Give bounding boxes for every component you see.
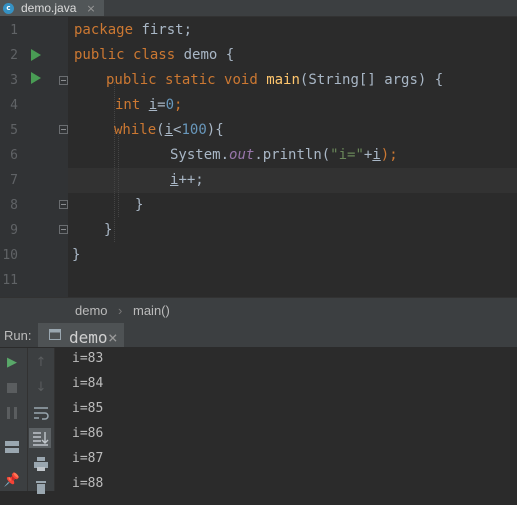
console-line: i=85 xyxy=(72,401,104,416)
method-name: main xyxy=(266,72,300,88)
editor-gutter: 1 2 3 4 5 6 7 8 9 10 11 xyxy=(0,17,68,297)
static-field: out xyxy=(229,147,255,163)
line-number: 11 xyxy=(2,273,18,288)
pin-icon[interactable]: 📌 xyxy=(2,471,22,491)
code-text: System. xyxy=(170,147,230,163)
number-literal: 100 xyxy=(181,122,207,138)
run-tab-label: demo xyxy=(69,328,108,347)
variable: i xyxy=(148,97,158,113)
line-number: 6 xyxy=(10,148,18,163)
java-file-icon: c xyxy=(3,2,14,14)
breadcrumb-separator-icon: › xyxy=(118,303,123,318)
code-text: ){ xyxy=(206,122,224,138)
code-line-7: i++; xyxy=(170,168,204,193)
indent-guide xyxy=(118,132,119,217)
soft-wrap-icon[interactable] xyxy=(31,403,51,423)
line-number: 7 xyxy=(10,173,18,188)
code-text: } xyxy=(135,197,144,213)
keyword: public xyxy=(106,72,157,88)
editor-tab-demo-java[interactable]: c demo.java × xyxy=(0,0,104,16)
console-line: i=83 xyxy=(72,351,104,366)
code-text: } xyxy=(104,222,113,238)
number-literal: 0 xyxy=(165,97,175,113)
code-editor[interactable]: package first; public class demo { publi… xyxy=(68,17,517,297)
keyword: package xyxy=(74,22,134,38)
code-line-1: package first; xyxy=(74,18,192,43)
code-line-2: public class demo { xyxy=(74,43,234,68)
fold-icon[interactable] xyxy=(59,200,68,209)
code-line-10: } xyxy=(72,243,80,268)
scroll-down-icon[interactable]: ↓ xyxy=(31,378,51,398)
line-number: 10 xyxy=(2,248,18,263)
variable: i xyxy=(372,147,381,163)
editor-tab-label: demo.java xyxy=(21,1,77,15)
breadcrumb-method[interactable]: main() xyxy=(133,303,170,318)
line-number: 9 xyxy=(10,223,18,238)
print-icon[interactable] xyxy=(31,454,51,474)
layout-icon[interactable] xyxy=(2,437,22,457)
breadcrumb: demo › main() xyxy=(0,297,517,325)
console-line: i=86 xyxy=(72,426,104,441)
fold-icon[interactable] xyxy=(59,125,68,134)
line-number: 4 xyxy=(10,98,18,113)
code-text: = xyxy=(157,97,166,113)
code-line-6: System.out.println("i="+i); xyxy=(170,143,398,168)
code-line-3: public static void main(String[] args) { xyxy=(106,68,443,93)
line-number: 5 xyxy=(10,123,18,138)
run-toolbar-secondary: ↑ ↓ xyxy=(28,348,55,494)
line-number: 2 xyxy=(10,48,18,63)
code-text: demo { xyxy=(175,47,235,63)
pause-icon[interactable] xyxy=(2,403,22,423)
keyword: void xyxy=(224,72,258,88)
stop-icon[interactable] xyxy=(2,378,22,398)
string-literal: "i=" xyxy=(330,147,364,163)
run-main-gutter-icon[interactable] xyxy=(31,72,41,84)
run-class-gutter-icon[interactable] xyxy=(31,49,41,61)
code-line-8: } xyxy=(135,193,143,218)
run-tab-demo[interactable]: demo × xyxy=(38,323,124,347)
console-line: i=87 xyxy=(72,451,104,466)
code-text: ( xyxy=(156,122,165,138)
breadcrumb-class[interactable]: demo xyxy=(75,303,108,318)
code-line-5: while(i<100){ xyxy=(114,118,224,143)
code-text: first; xyxy=(133,22,193,38)
variable: i xyxy=(164,122,174,138)
code-text: (String[] args) { xyxy=(299,72,444,88)
run-toolbar-primary: ▶ 📌 xyxy=(0,348,28,491)
console-output[interactable]: i=83 i=84 i=85 i=86 i=87 i=88 xyxy=(55,348,517,491)
delete-icon[interactable] xyxy=(31,478,51,498)
keyword: int xyxy=(115,97,141,113)
scroll-up-icon[interactable]: ↑ xyxy=(31,353,51,373)
rerun-icon[interactable]: ▶ xyxy=(2,353,22,373)
code-text: } xyxy=(72,247,81,263)
fold-icon[interactable] xyxy=(59,225,68,234)
console-line: i=84 xyxy=(72,376,104,391)
code-text: ; xyxy=(174,97,183,113)
code-text: .println( xyxy=(254,147,331,163)
code-line-9: } xyxy=(104,218,112,243)
code-text: ++; xyxy=(178,172,204,188)
console-tab-icon xyxy=(49,329,61,340)
close-tab-icon[interactable]: × xyxy=(86,2,95,15)
line-number: 3 xyxy=(10,73,18,88)
run-label: Run: xyxy=(4,328,32,343)
scroll-to-end-icon[interactable] xyxy=(29,428,51,448)
line-number: 8 xyxy=(10,198,18,213)
code-line-4: int i=0; xyxy=(115,93,182,118)
keyword: static xyxy=(165,72,216,88)
console-line: i=88 xyxy=(72,476,104,491)
fold-icon[interactable] xyxy=(59,76,68,85)
code-text: ); xyxy=(380,147,398,163)
close-run-tab-icon[interactable]: × xyxy=(108,328,118,347)
line-number: 1 xyxy=(10,23,18,38)
keyword: while xyxy=(114,122,157,138)
keyword: public xyxy=(74,47,125,63)
keyword: class xyxy=(133,47,176,63)
